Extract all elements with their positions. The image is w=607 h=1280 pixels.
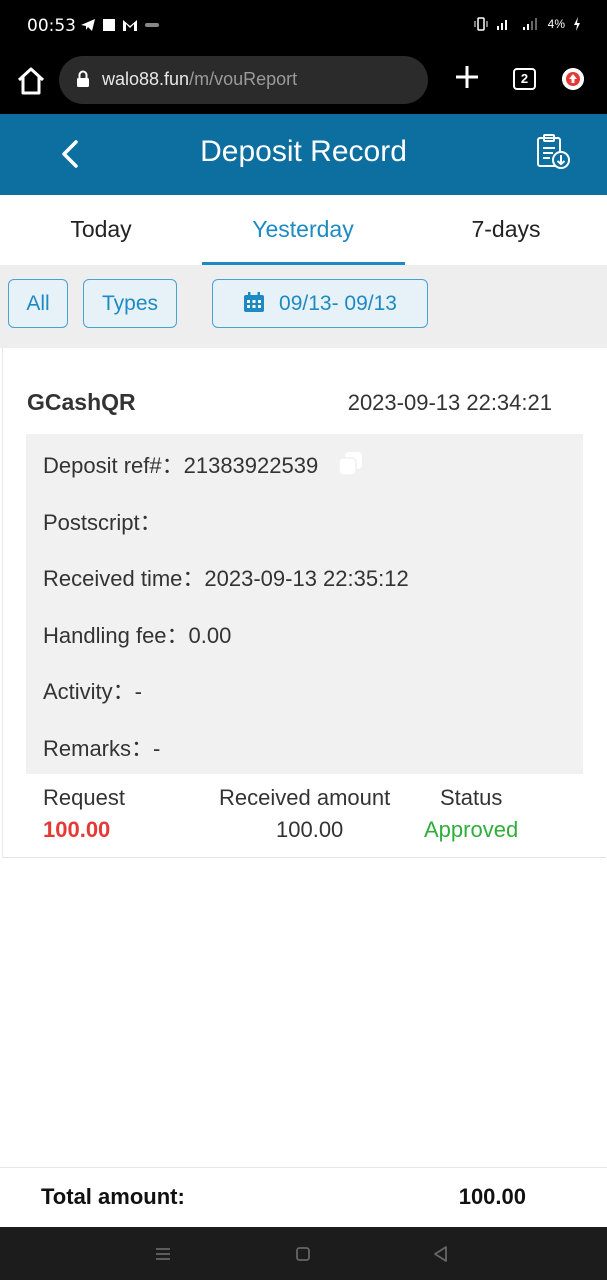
received-amount-label: Received amount — [219, 785, 391, 810]
filter-types-button[interactable]: Types — [83, 279, 177, 328]
new-tab-icon[interactable] — [452, 62, 482, 92]
status-badge: Approved — [424, 817, 519, 842]
upgrade-icon[interactable] — [562, 68, 584, 90]
browser-toolbar: walo88.fun/m/vouReport 2 — [0, 52, 607, 114]
system-indicators: 4% — [474, 17, 581, 31]
request-value: 100.00 — [43, 817, 111, 842]
url-path: /m/vouReport — [189, 69, 298, 89]
activity-row: Activity：- — [43, 679, 143, 704]
app-notification-icon — [145, 23, 159, 27]
charging-icon — [574, 17, 580, 31]
page-title: Deposit Record — [200, 135, 407, 168]
tab-yesterday[interactable]: Yesterday — [202, 195, 404, 265]
total-amount-label: Total amount: — [41, 1184, 185, 1209]
deposit-ref: Deposit ref#：21383922539 — [43, 453, 319, 478]
menu-icon[interactable] — [152, 1243, 174, 1265]
lock-icon — [77, 70, 89, 87]
url-text: walo88.fun/m/vouReport — [102, 69, 297, 90]
handling-fee-row: Handling fee：0.00 — [43, 623, 232, 648]
home-nav-icon[interactable] — [292, 1243, 314, 1265]
square-notification-icon — [103, 19, 115, 31]
telegram-icon — [81, 19, 95, 31]
tab-7-days[interactable]: 7-days — [405, 195, 607, 265]
deposit-ref-row: Deposit ref#：21383922539 — [43, 448, 366, 480]
remarks-row: Remarks：- — [43, 736, 161, 761]
notification-icons — [80, 17, 160, 33]
battery-percent: 4% — [547, 17, 565, 31]
record-details: Deposit ref#：21383922539 Postscript： Rec… — [26, 434, 583, 774]
back-nav-icon[interactable] — [430, 1243, 452, 1265]
total-amount-value: 100.00 — [458, 1184, 526, 1209]
address-bar[interactable]: walo88.fun/m/vouReport — [59, 56, 428, 104]
tab-switcher-button[interactable]: 2 — [513, 68, 536, 90]
copy-icon[interactable] — [336, 450, 366, 478]
received-time-row: Received time：2023-09-13 22:35:12 — [43, 566, 409, 591]
request-label: Request — [43, 785, 125, 810]
status-time: 00:53 — [27, 16, 76, 36]
deposit-record-card[interactable]: GCashQR 2023-09-13 22:34:21 Deposit ref#… — [2, 348, 606, 858]
total-bar: Total amount: 100.00 — [0, 1167, 607, 1227]
record-datetime: 2023-09-13 22:34:21 — [347, 390, 552, 415]
tab-today[interactable]: Today — [0, 195, 202, 265]
status-bar: 00:53 4% — [0, 0, 607, 52]
app-header: Deposit Record — [0, 114, 607, 195]
home-icon[interactable] — [14, 64, 48, 98]
filter-bar: All Types 09/13- 09/13 — [0, 265, 607, 348]
date-range-text: 09/13- 09/13 — [279, 292, 397, 315]
filter-all-button[interactable]: All — [8, 279, 68, 328]
gmail-icon — [123, 20, 137, 31]
vibrate-icon — [474, 17, 488, 31]
status-label: Status — [440, 785, 503, 810]
postscript-row: Postscript： — [43, 510, 162, 535]
received-amount-value: 100.00 — [276, 817, 344, 842]
payment-method: GCashQR — [27, 389, 136, 415]
calendar-icon — [244, 292, 265, 313]
system-nav-bar — [0, 1227, 607, 1280]
date-tabs: Today Yesterday 7-days — [0, 195, 607, 265]
date-range-button[interactable]: 09/13- 09/13 — [212, 279, 428, 328]
signal-2-icon — [522, 18, 537, 30]
signal-icon — [496, 20, 507, 30]
report-download-icon[interactable] — [533, 132, 573, 172]
url-host: walo88.fun — [102, 69, 190, 89]
